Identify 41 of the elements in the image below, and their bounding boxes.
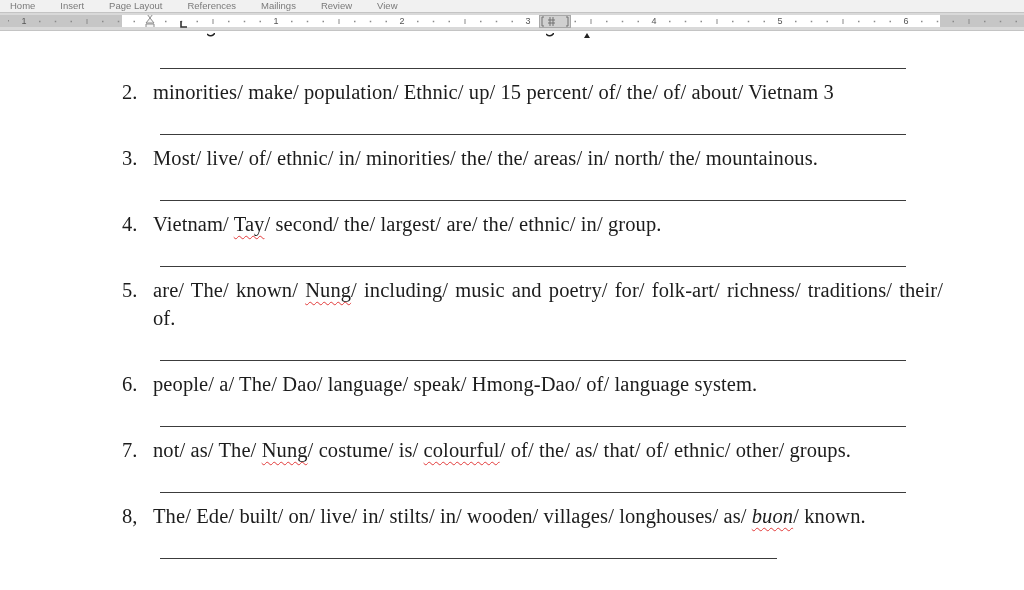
question-text: are/ The/ known/ Nung/ including/ music and poetry/ for/ folk-art/ richness/ traditions/ their/ of. <box>153 278 943 331</box>
question-number: 6. <box>122 372 139 397</box>
ribbon-tab[interactable]: Home <box>10 0 36 11</box>
question-text: Vietnam/ Tay/ second/ the/ largest/ are/ the/ ethnic/ in/ group. <box>153 212 663 238</box>
ruler-number: 2 <box>398 15 406 27</box>
fill-in-line[interactable] <box>160 68 906 69</box>
fill-in-line[interactable] <box>160 492 906 493</box>
ruler-number: 1 <box>272 15 280 27</box>
fill-in-line[interactable] <box>160 200 906 201</box>
tab-stop-icon[interactable] <box>180 21 187 28</box>
question-number: 3. <box>122 146 139 171</box>
question-text: people/ a/ The/ Dao/ language/ speak/ Hmong-Dao/ of/ language system. <box>153 372 759 398</box>
fill-in-line[interactable] <box>160 266 906 267</box>
question-number: 2. <box>122 80 139 105</box>
fill-in-line[interactable] <box>160 558 777 559</box>
question-text: Most/ live/ of/ ethnic/ in/ minorities/ the/ the/ areas/ in/ north/ the/ mountainous. <box>153 146 819 171</box>
question-text: not/ as/ The/ Nung/ costume/ is/ colourful/ of/ the/ as/ that/ of/ ethnic/ other/ groups. <box>153 438 853 464</box>
ribbon-tab[interactable]: Review <box>320 0 353 11</box>
cursor-mark-icon <box>207 33 215 38</box>
question-text: The/ Ede/ built/ on/ live/ in/ stilts/ in/ wooden/ villages/ longhouses/ as/ buon/ known. <box>153 504 867 530</box>
ruler-number: 3 <box>524 15 532 27</box>
ribbon-tab[interactable]: Page Layout <box>109 0 163 11</box>
ruler-number: 6 <box>902 15 910 27</box>
triangle-mark-icon <box>584 33 590 38</box>
ruler-number: 5 <box>776 15 784 27</box>
ribbon-tab[interactable]: View <box>377 0 398 11</box>
question-number: 8, <box>122 504 139 529</box>
ribbon-tab[interactable]: References <box>187 0 237 11</box>
question-number: 5. <box>122 278 139 303</box>
fill-in-line[interactable] <box>160 360 906 361</box>
question-number: 7. <box>122 438 139 463</box>
question-number: 4. <box>122 212 139 237</box>
ribbon-tab[interactable]: Insert <box>60 0 85 11</box>
fill-in-line[interactable] <box>160 426 906 427</box>
ribbon-tab[interactable]: Mailings <box>261 0 296 11</box>
cursor-mark-icon <box>546 33 554 38</box>
question-text: minorities/ make/ population/ Ethnic/ up/ 15 percent/ of/ the/ of/ about/ Vietnam 3 <box>153 80 835 106</box>
ruler-number: 1 <box>20 15 28 27</box>
column-marker-icon[interactable] <box>539 15 571 28</box>
ruler-number: 4 <box>650 15 658 27</box>
fill-in-line[interactable] <box>160 134 906 135</box>
